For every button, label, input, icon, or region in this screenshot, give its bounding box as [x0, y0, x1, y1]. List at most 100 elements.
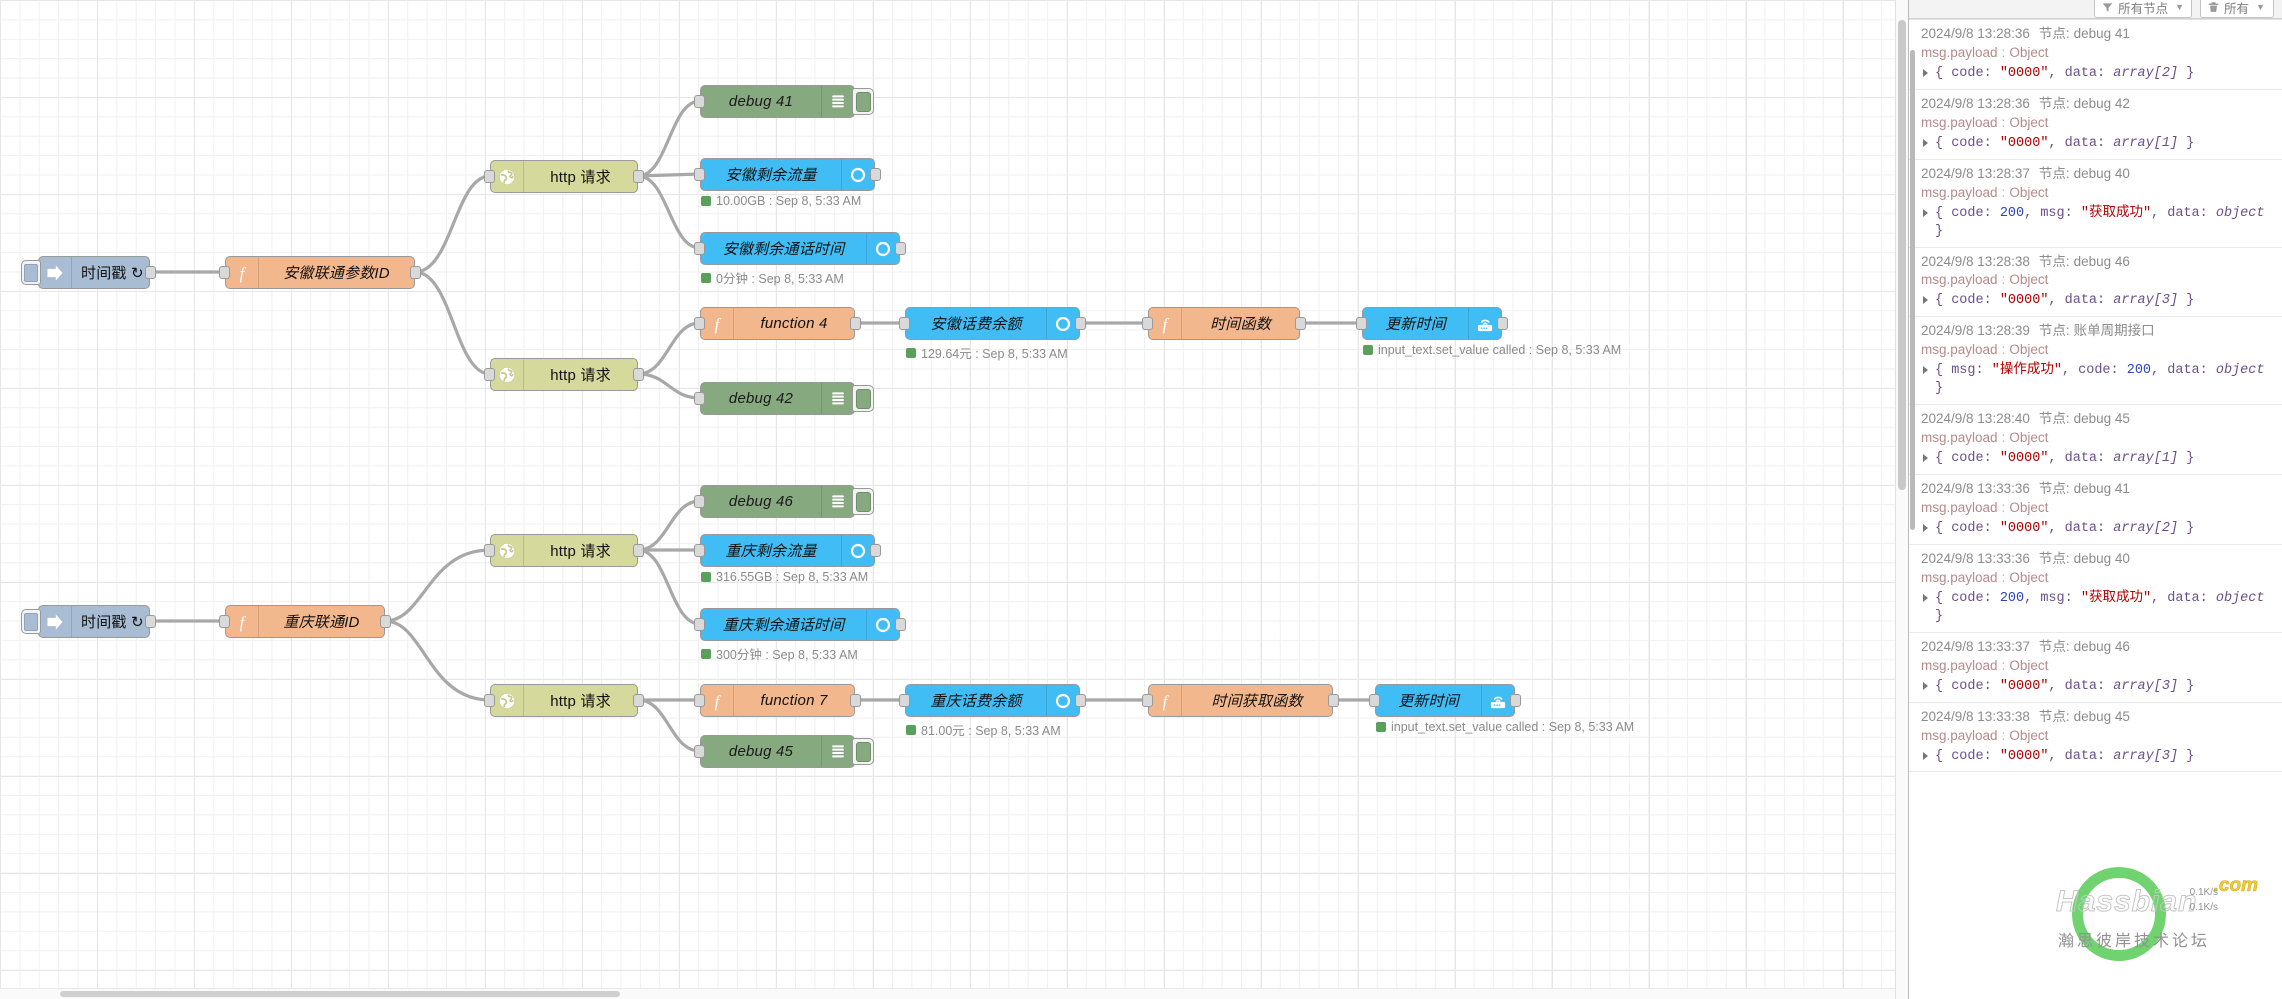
node-output-port[interactable] [850, 316, 861, 330]
node-input-port[interactable] [484, 693, 495, 707]
node-output-port[interactable] [850, 693, 861, 707]
node-input-port[interactable] [1142, 693, 1153, 707]
flow-node-debug-42[interactable]: debug 42 [694, 382, 874, 415]
node-input-port[interactable] [694, 693, 705, 707]
filter-nodes-button[interactable]: 所有节点 ▼ [2094, 0, 2192, 18]
flow-node-ha-cq-call[interactable]: 重庆剩余通话时间 [694, 608, 906, 641]
clear-messages-button[interactable]: 所有 ▼ [2200, 0, 2274, 18]
scrollbar-thumb[interactable] [60, 991, 620, 997]
node-output-port[interactable] [1497, 316, 1508, 330]
canvas-horizontal-scrollbar[interactable] [0, 988, 1908, 999]
debug-message-payload[interactable]: { code: "0000", data: array[1] } [1921, 450, 2272, 468]
node-input-port[interactable] [899, 693, 910, 707]
debug-message-payload[interactable]: { code: "0000", data: array[2] } [1921, 520, 2272, 538]
debug-message-payload[interactable]: { code: "0000", data: array[3] } [1921, 292, 2272, 310]
node-output-port[interactable] [895, 617, 906, 631]
flow-node-ha-update-2[interactable]: 更新时间 [1369, 684, 1521, 717]
debug-message-node-name[interactable]: debug 41 [2074, 26, 2130, 41]
expand-triangle-icon[interactable] [1923, 681, 1928, 690]
debug-message-payload[interactable]: { code: 200, msg: "获取成功", data: object } [1921, 205, 2272, 241]
node-input-port[interactable] [694, 494, 705, 508]
debug-message-payload[interactable]: { code: 200, msg: "获取成功", data: object } [1921, 590, 2272, 626]
debug-message-node-name[interactable]: 账单周期接口 [2074, 323, 2155, 338]
debug-message[interactable]: 2024/9/8 13:33:36 节点: debug 40 msg.payload:… [1909, 545, 2282, 633]
scrollbar-thumb[interactable] [1898, 20, 1906, 490]
flow-node-fn-time-2[interactable]: f 时间获取函数 [1142, 684, 1339, 717]
node-input-port[interactable] [694, 543, 705, 557]
flow-node-debug-46[interactable]: debug 46 [694, 485, 874, 518]
node-output-port[interactable] [1075, 693, 1086, 707]
flow-node-http-cq-2[interactable]: http 请求 [484, 684, 644, 717]
debug-message[interactable]: 2024/9/8 13:28:38 节点: debug 46 msg.payload:… [1909, 248, 2282, 318]
node-input-port[interactable] [1142, 316, 1153, 330]
flow-node-fn-time-1[interactable]: f 时间函数 [1142, 307, 1306, 340]
node-output-port[interactable] [633, 543, 644, 557]
expand-triangle-icon[interactable] [1923, 751, 1928, 760]
debug-message-node-name[interactable]: debug 45 [2074, 411, 2130, 426]
debug-message-node-name[interactable]: debug 46 [2074, 639, 2130, 654]
debug-message[interactable]: 2024/9/8 13:28:40 节点: debug 45 msg.payload:… [1909, 405, 2282, 476]
flow-node-ha-ah-flow[interactable]: 安徽剩余流量 [694, 158, 881, 191]
flow-node-fn-ah-id[interactable]: f 安徽联通参数ID [219, 256, 421, 289]
node-input-port[interactable] [1356, 316, 1367, 330]
node-output-port[interactable] [410, 265, 421, 279]
node-output-port[interactable] [1328, 693, 1339, 707]
node-output-port[interactable] [633, 693, 644, 707]
node-input-port[interactable] [219, 614, 230, 628]
node-input-port[interactable] [484, 169, 495, 183]
inject-trigger-button[interactable] [21, 260, 41, 285]
node-output-port[interactable] [1510, 693, 1521, 707]
node-input-port[interactable] [899, 316, 910, 330]
node-input-port[interactable] [694, 617, 705, 631]
node-input-port[interactable] [694, 167, 705, 181]
node-output-port[interactable] [1295, 316, 1306, 330]
node-output-port[interactable] [633, 169, 644, 183]
flow-node-http-ah-2[interactable]: http 请求 [484, 358, 644, 391]
debug-message-node-name[interactable]: debug 42 [2074, 96, 2130, 111]
expand-triangle-icon[interactable] [1923, 296, 1928, 305]
node-output-port[interactable] [145, 614, 156, 628]
flow-node-http-ah-1[interactable]: http 请求 [484, 160, 644, 193]
flow-node-http-cq-1[interactable]: http 请求 [484, 534, 644, 567]
debug-message[interactable]: 2024/9/8 13:28:39 节点: 账单周期接口 msg.payload: Ob… [1909, 317, 2282, 406]
debug-message[interactable]: 2024/9/8 13:28:37 节点: debug 40 msg.payload:… [1909, 160, 2282, 248]
flow-node-ha-cq-flow[interactable]: 重庆剩余流量 [694, 534, 881, 567]
flow-node-debug-41[interactable]: debug 41 [694, 85, 874, 118]
debug-message-payload[interactable]: { msg: "操作成功", code: 200, data: object } [1921, 362, 2272, 398]
flow-node-ha-ah-fee[interactable]: 安徽话费余额 [899, 307, 1086, 340]
node-input-port[interactable] [219, 265, 230, 279]
debug-message-list[interactable]: 2024/9/8 13:28:36 节点: debug 41 msg.payload:… [1909, 19, 2282, 999]
flow-node-inject-cq[interactable]: 时间戳 ↻ [21, 605, 156, 638]
node-output-port[interactable] [870, 167, 881, 181]
expand-triangle-icon[interactable] [1923, 366, 1928, 375]
debug-message-node-name[interactable]: debug 46 [2074, 254, 2130, 269]
canvas-vertical-scrollbar[interactable] [1895, 0, 1908, 999]
flow-node-debug-45[interactable]: debug 45 [694, 735, 874, 768]
node-output-port[interactable] [145, 265, 156, 279]
inject-trigger-button[interactable] [21, 609, 41, 634]
expand-triangle-icon[interactable] [1923, 523, 1928, 532]
flow-node-ha-ah-call[interactable]: 安徽剩余通话时间 [694, 232, 906, 265]
node-input-port[interactable] [484, 367, 495, 381]
debug-message[interactable]: 2024/9/8 13:33:37 节点: debug 46 msg.payload:… [1909, 633, 2282, 703]
flow-canvas[interactable]: 时间戳 ↻ f 安徽联通参数ID http 请求 http 请求 debug 41 安徽剩余… [0, 0, 1908, 999]
debug-message-payload[interactable]: { code: "0000", data: array[3] } [1921, 678, 2272, 696]
debug-message-node-name[interactable]: debug 40 [2074, 551, 2130, 566]
node-output-port[interactable] [1075, 316, 1086, 330]
node-output-port[interactable] [633, 367, 644, 381]
node-input-port[interactable] [694, 316, 705, 330]
debug-message-payload[interactable]: { code: "0000", data: array[1] } [1921, 135, 2272, 153]
expand-triangle-icon[interactable] [1923, 208, 1928, 217]
debug-enable-toggle[interactable] [852, 385, 874, 412]
flow-node-ha-update-1[interactable]: 更新时间 [1356, 307, 1508, 340]
expand-triangle-icon[interactable] [1923, 68, 1928, 77]
node-output-port[interactable] [895, 241, 906, 255]
debug-message-node-name[interactable]: debug 40 [2074, 166, 2130, 181]
flow-node-fn-cq-id[interactable]: f 重庆联通ID [219, 605, 391, 638]
flow-node-fn-4[interactable]: f function 4 [694, 307, 861, 340]
debug-enable-toggle[interactable] [852, 488, 874, 515]
debug-message-payload[interactable]: { code: "0000", data: array[3] } [1921, 748, 2272, 766]
expand-triangle-icon[interactable] [1923, 454, 1928, 463]
debug-message[interactable]: 2024/9/8 13:28:36 节点: debug 42 msg.payload:… [1909, 90, 2282, 160]
expand-triangle-icon[interactable] [1923, 593, 1928, 602]
